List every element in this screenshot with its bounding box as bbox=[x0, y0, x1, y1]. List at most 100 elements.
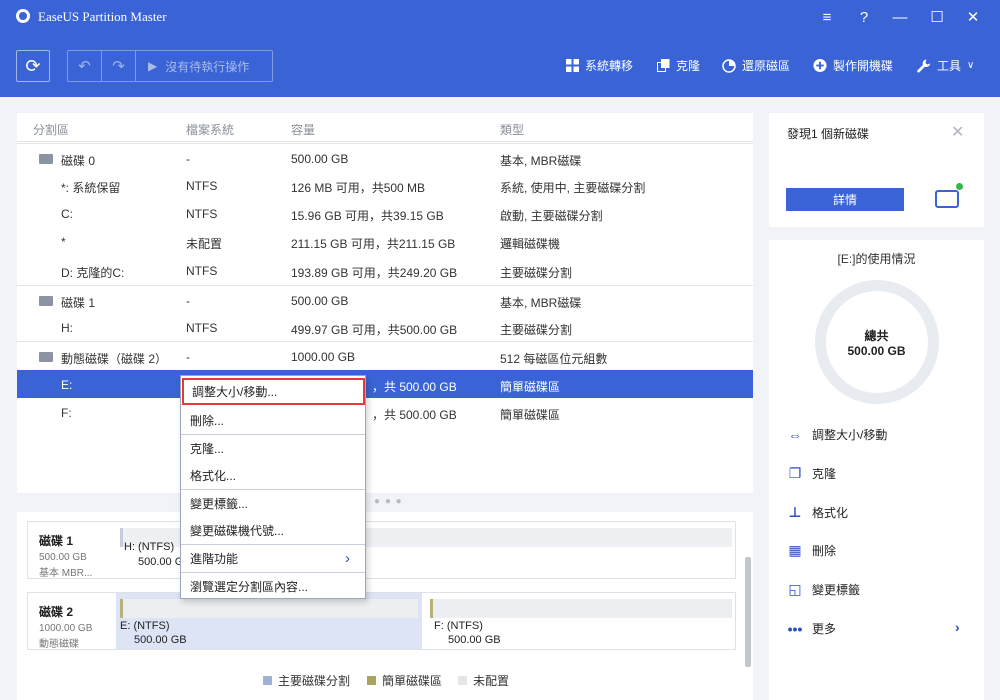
row-fs: - bbox=[186, 152, 190, 166]
row-type: 邏輯磁碟機 bbox=[500, 237, 561, 251]
col-partition: 分割區 bbox=[33, 123, 70, 137]
legend-swatch bbox=[367, 676, 376, 685]
menu-icon[interactable]: ≡ bbox=[814, 6, 840, 28]
row-type: 系統, 使用中, 主要磁碟分割 bbox=[500, 181, 646, 195]
row-name: *: 系統保留 bbox=[61, 181, 121, 195]
row-fs: NTFS bbox=[186, 264, 218, 278]
table-row[interactable]: H: NTFS 499.97 GB 可用，共500.00 GB 主要磁碟分割 bbox=[17, 313, 753, 341]
table-row-disk-1[interactable]: 磁碟 1 - 500.00 GB 基本, MBR磁碟 bbox=[17, 285, 753, 313]
action-label: 更多 bbox=[812, 622, 837, 636]
disk-map-scrollbar[interactable] bbox=[745, 557, 751, 667]
row-name: 動態磁碟（磁碟 2） bbox=[61, 352, 168, 366]
usage-title: [E:]的使用情況 bbox=[837, 252, 916, 266]
disk-name: 磁碟 1 bbox=[39, 534, 74, 548]
pending-label: 沒有待執行操作 bbox=[165, 59, 250, 74]
row-type: 基本, MBR磁碟 bbox=[500, 154, 582, 168]
action-clone[interactable]: ❐ 克隆 bbox=[787, 465, 836, 482]
context-menu: 調整大小/移動... 刪除... 克隆... 格式化... 變更標籤... 變更… bbox=[180, 375, 366, 599]
partition-block-e[interactable]: E: (NTFS) 500.00 GB bbox=[116, 593, 422, 649]
partition-label: F: (NTFS) bbox=[434, 620, 483, 632]
table-row-selected[interactable]: E: ，共 500.00 GB 簡單磁碟區 bbox=[17, 370, 753, 398]
legend-item-primary: 主要磁碟分割 bbox=[263, 672, 350, 689]
bootable-media-button[interactable]: 製作開機碟 bbox=[813, 57, 893, 74]
action-format[interactable]: ⊥ 格式化 bbox=[787, 504, 848, 521]
menu-item-change-drive-letter[interactable]: 變更磁碟機代號... bbox=[181, 517, 365, 544]
table-row[interactable]: D: 克隆的C: NTFS 193.89 GB 可用，共249.20 GB 主要… bbox=[17, 256, 753, 284]
row-capacity: 500.00 GB bbox=[291, 152, 349, 166]
table-row[interactable]: *: 系統保留 NTFS 126 MB 可用，共500 MB 系統, 使用中, … bbox=[17, 171, 753, 199]
action-delete[interactable]: ▦ 刪除 bbox=[787, 542, 836, 559]
action-change-label[interactable]: ◱ 變更標籤 bbox=[787, 581, 860, 598]
table-row[interactable]: F: ，共 500.00 GB 簡單磁碟區 bbox=[17, 398, 753, 426]
restore-partition-button[interactable]: 還原磁區 bbox=[722, 57, 790, 74]
maximize-icon[interactable]: ☐ bbox=[924, 6, 950, 28]
col-filesystem: 檔案系統 bbox=[186, 123, 235, 137]
table-row[interactable]: * 未配置 211.15 GB 可用，共211.15 GB 邏輯磁碟機 bbox=[17, 227, 753, 255]
bootable-label: 製作開機碟 bbox=[833, 59, 894, 73]
menu-item-resize-move[interactable]: 調整大小/移動... bbox=[182, 378, 365, 405]
undo-button[interactable]: ↶ bbox=[68, 51, 102, 81]
details-button[interactable]: 詳情 bbox=[786, 188, 904, 211]
system-migrate-button[interactable]: 系統轉移 bbox=[565, 57, 633, 74]
row-name: D: 克隆的C: bbox=[61, 266, 125, 280]
tools-menu-button[interactable]: 工具 ∨ bbox=[917, 57, 974, 74]
row-type: 主要磁碟分割 bbox=[500, 323, 573, 337]
legend-label: 簡單磁碟區 bbox=[382, 674, 443, 688]
row-fs: NTFS bbox=[186, 179, 218, 193]
partition-bar bbox=[120, 599, 418, 618]
action-label: 格式化 bbox=[812, 506, 849, 520]
legend-swatch bbox=[263, 676, 272, 685]
minimize-icon[interactable]: — bbox=[887, 6, 913, 28]
disk-map-disk-1[interactable]: 磁碟 1 500.00 GB 基本 MBR... H: (NTFS) 500.0… bbox=[27, 521, 736, 579]
menu-item-browse-contents[interactable]: 瀏覽選定分割區內容... bbox=[181, 573, 365, 600]
menu-item-format[interactable]: 格式化... bbox=[181, 462, 365, 489]
help-icon[interactable]: ? bbox=[851, 6, 877, 28]
legend-item-simple: 簡單磁碟區 bbox=[367, 672, 442, 689]
chevron-right-icon[interactable]: › bbox=[955, 619, 960, 635]
apply-button[interactable]: ▶ 沒有待執行操作 bbox=[136, 58, 249, 75]
row-fs: - bbox=[186, 294, 190, 308]
resize-icon: ⇔ bbox=[788, 426, 802, 443]
clone-button[interactable]: 克隆 bbox=[656, 57, 700, 74]
table-row[interactable]: C: NTFS 15.96 GB 可用，共39.15 GB 啟動, 主要磁碟分割 bbox=[17, 199, 753, 227]
system-migrate-label: 系統轉移 bbox=[585, 59, 634, 73]
splitter-grip[interactable]: ● ● ● bbox=[374, 496, 403, 507]
partition-block-f[interactable]: F: (NTFS) 500.00 GB bbox=[430, 593, 732, 649]
menu-item-change-label[interactable]: 變更標籤... bbox=[181, 490, 365, 517]
legend-swatch bbox=[458, 676, 467, 685]
menu-item-delete[interactable]: 刪除... bbox=[181, 407, 365, 434]
app-logo-icon bbox=[16, 9, 30, 23]
legend-item-unallocated: 未配置 bbox=[458, 672, 509, 689]
redo-button[interactable]: ↷ bbox=[102, 51, 136, 81]
restore-label: 還原磁區 bbox=[742, 59, 791, 73]
partition-bar bbox=[430, 599, 732, 618]
title-bar: EaseUS Partition Master ≡ ? — ☐ ✕ bbox=[0, 0, 1000, 34]
table-row-disk-2[interactable]: 動態磁碟（磁碟 2） - 1000.00 GB 512 每磁區位元組數 bbox=[17, 341, 753, 369]
table-row-disk-0[interactable]: 磁碟 0 - 500.00 GB 基本, MBR磁碟 bbox=[17, 143, 753, 171]
row-type: 簡單磁碟區 bbox=[500, 408, 561, 422]
col-type: 類型 bbox=[500, 123, 525, 137]
menu-item-advanced[interactable]: 進階功能 › bbox=[181, 545, 365, 572]
chevron-right-icon: › bbox=[345, 550, 350, 567]
row-fs: NTFS bbox=[186, 321, 218, 335]
disk-map-disk-2[interactable]: 磁碟 2 1000.00 GB 動態磁碟 E: (NTFS) 500.00 GB… bbox=[27, 592, 736, 650]
new-disk-card: 發現1 個新磁碟 ✕ 詳情 bbox=[769, 113, 984, 227]
menu-item-clone[interactable]: 克隆... bbox=[181, 435, 365, 462]
action-resize-move[interactable]: ⇔ 調整大小/移動 bbox=[787, 426, 887, 443]
total-value: 500.00 GB bbox=[847, 344, 906, 358]
action-more[interactable]: ••• 更多 bbox=[787, 620, 836, 637]
close-icon[interactable]: ✕ bbox=[960, 6, 986, 28]
row-capacity: 126 MB 可用，共500 MB bbox=[291, 181, 426, 195]
main-panel: 分割區 檔案系統 容量 類型 磁碟 0 - 500.00 GB 基本, MBR磁… bbox=[0, 97, 768, 700]
format-icon: ⊥ bbox=[788, 504, 802, 520]
partition-size: 500.00 GB bbox=[448, 634, 501, 646]
row-name: * bbox=[61, 235, 66, 249]
row-capacity: 1000.00 GB bbox=[291, 350, 356, 364]
hard-drive-icon bbox=[935, 183, 963, 208]
trash-icon: ▦ bbox=[788, 542, 802, 558]
row-capacity: 499.97 GB 可用，共500.00 GB bbox=[291, 323, 458, 337]
play-icon: ▶ bbox=[148, 59, 158, 73]
close-icon[interactable]: ✕ bbox=[951, 122, 964, 142]
right-sidebar: 發現1 個新磁碟 ✕ 詳情 [E:]的使用情況 總共 500.00 GB ⇔ 調… bbox=[768, 97, 1000, 700]
refresh-button[interactable]: ⟳ bbox=[16, 50, 50, 82]
